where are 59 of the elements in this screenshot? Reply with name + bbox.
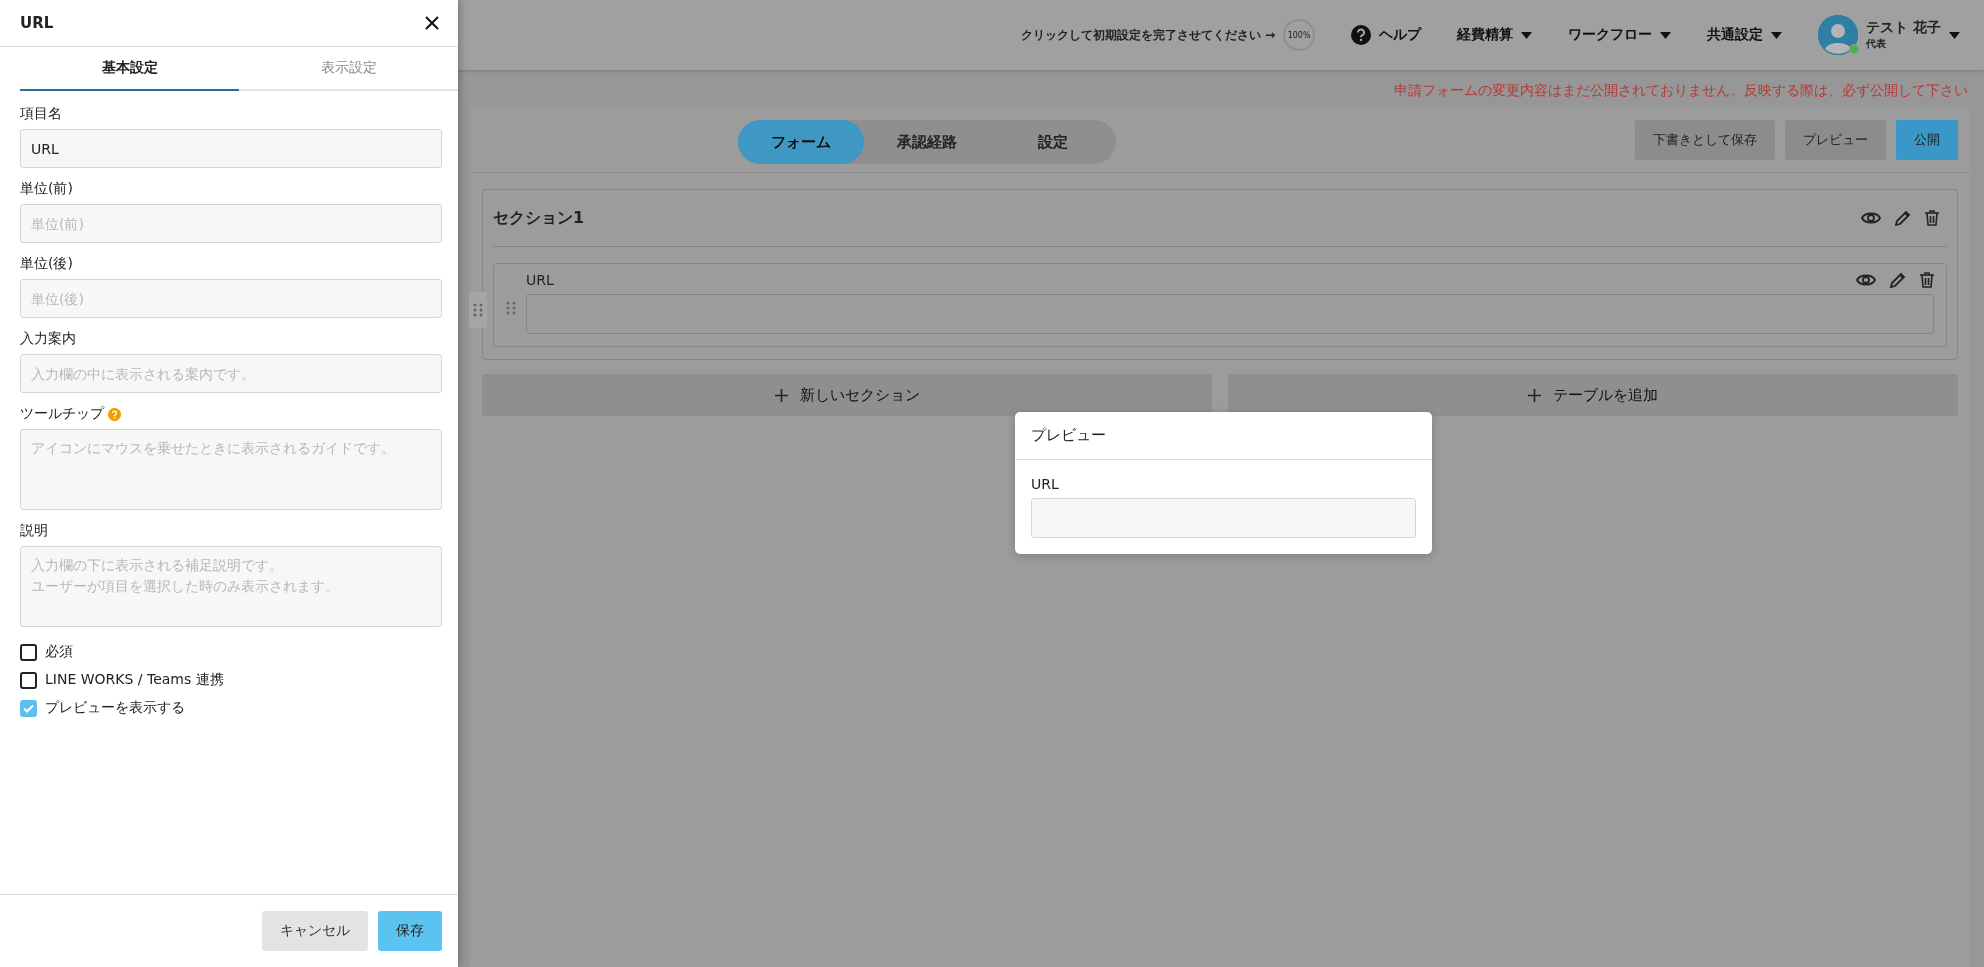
trash-icon[interactable]	[1920, 272, 1934, 288]
field-label: 単位(後)	[20, 255, 73, 273]
action-button[interactable]: 下書きとして保存	[1635, 120, 1775, 160]
add-button[interactable]: テーブルを追加	[1228, 374, 1958, 416]
user-name[interactable]: テスト 花子	[1866, 19, 1941, 37]
publish-button[interactable]: 公開	[1896, 120, 1958, 160]
nav-menu[interactable]: 経費精算	[1457, 26, 1533, 44]
field-label: 入力案内	[20, 330, 76, 348]
field-label: 単位(前)	[20, 180, 73, 198]
dialog-title: プレビュー	[1031, 426, 1106, 445]
caret-icon	[1949, 31, 1960, 39]
panel-title: URL	[20, 14, 54, 32]
plus-icon	[774, 388, 788, 402]
user-role: 代表	[1866, 37, 1888, 51]
nav-menu[interactable]: 共通設定	[1707, 26, 1783, 44]
setup-prompt[interactable]: クリックして初期設定を完了させてください →	[1020, 26, 1276, 44]
help-menu[interactable]: ヘルプ	[1351, 25, 1422, 45]
tab[interactable]: フォーム	[738, 120, 864, 164]
checkbox[interactable]	[20, 643, 37, 661]
section-title: セクション1	[493, 207, 585, 229]
cancel-button[interactable]: キャンセル	[262, 911, 368, 951]
tab[interactable]: 表示設定	[239, 47, 458, 91]
checkbox-label: プレビューを表示する	[45, 699, 185, 717]
trash-icon[interactable]	[1925, 210, 1939, 226]
field-label: URL	[526, 272, 554, 288]
caret-icon	[1660, 31, 1672, 39]
checkbox-label: LINE WORKS / Teams 連携	[45, 671, 224, 689]
input-field[interactable]	[526, 294, 1934, 334]
save-button[interactable]: 保存	[378, 911, 442, 951]
text-area[interactable]: アイコンにマウスを乗せたときに表示されるガイドです。	[20, 429, 442, 510]
nav-menu[interactable]: ワークフロー	[1568, 26, 1672, 44]
checkbox[interactable]	[20, 699, 37, 717]
drag-handle-icon[interactable]	[506, 301, 516, 315]
field-label: URL	[1031, 476, 1060, 492]
eye-icon[interactable]	[1861, 211, 1881, 225]
help-icon	[1351, 25, 1372, 45]
unpublished-notice: 申請フォームの変更内容はまだ公開されておりません。反映する際は、必ず公開して下さい	[1394, 82, 1968, 98]
checkbox[interactable]	[20, 671, 37, 689]
action-button[interactable]: プレビュー	[1785, 120, 1886, 160]
checkmark-icon	[23, 703, 34, 713]
eye-icon[interactable]	[1856, 273, 1876, 287]
field-label: 項目名	[20, 105, 62, 123]
placeholder-text: 入力欄の下に表示される補足説明です。	[31, 556, 283, 575]
drag-handle-icon[interactable]	[473, 303, 483, 317]
field-label: ツールチップ	[20, 405, 104, 423]
caret-icon	[1521, 31, 1533, 39]
tab[interactable]: 承認経路	[864, 120, 990, 164]
plus-icon	[1528, 388, 1541, 402]
tab[interactable]: 設定	[990, 120, 1116, 164]
pencil-icon[interactable]	[1895, 210, 1911, 226]
add-button[interactable]: 新しいセクション	[482, 374, 1212, 416]
input-field[interactable]: URL	[20, 129, 442, 168]
field-label: 説明	[20, 522, 48, 540]
progress-circle: 100%	[1283, 19, 1316, 51]
tab[interactable]: 基本設定	[20, 47, 239, 91]
pencil-icon[interactable]	[1890, 272, 1906, 288]
checkbox-label: 必須	[45, 643, 73, 661]
close-icon[interactable]	[424, 15, 440, 31]
caret-icon	[1771, 31, 1783, 39]
